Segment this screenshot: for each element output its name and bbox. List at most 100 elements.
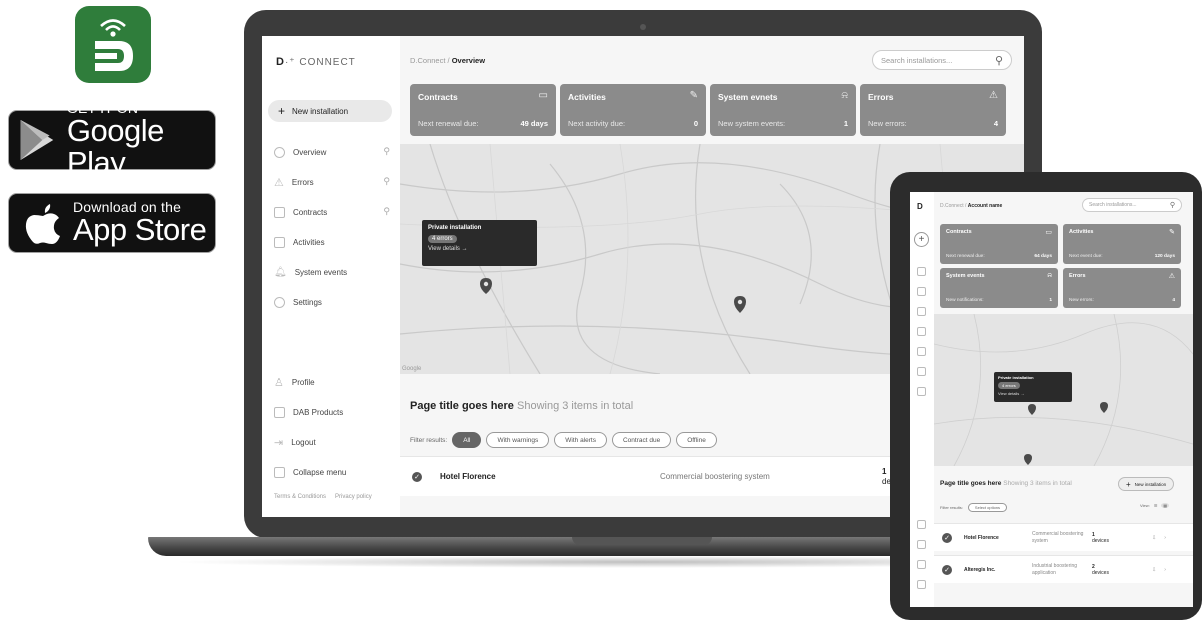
page-subtitle: Showing 3 items in total <box>1003 480 1072 487</box>
gear-icon <box>274 296 285 308</box>
document-icon: ▭ <box>538 90 548 101</box>
map-watermark: Google <box>402 366 422 372</box>
app-store-badge[interactable]: Download on the App Store <box>8 193 216 253</box>
card-label: Next renewal due: <box>418 119 479 128</box>
terms-link[interactable]: Terms & Conditions <box>274 494 326 500</box>
tablet-search-input[interactable]: Search installations... ⚲ <box>1082 198 1182 212</box>
activities-card[interactable]: Activities ✎ Next activity due: 0 <box>560 84 706 136</box>
tablet-add-button[interactable]: + <box>914 232 929 247</box>
bell-icon: ⍾ <box>1047 272 1052 279</box>
document-icon[interactable] <box>917 287 926 296</box>
laptop-camera <box>640 24 646 30</box>
logout-icon[interactable] <box>917 560 926 569</box>
user-icon[interactable] <box>917 520 926 529</box>
filter-contract-due[interactable]: Contract due <box>611 432 672 448</box>
gear-icon[interactable] <box>917 387 926 396</box>
warning-icon: ⚠ <box>989 90 998 101</box>
bell-icon: ⍾ <box>841 90 848 101</box>
search-input[interactable]: Search installations... ⚲ <box>872 50 1012 70</box>
tablet-sidebar: D + <box>910 192 934 607</box>
tablet-new-installation-button[interactable]: + New installation <box>1118 477 1175 491</box>
list-view-icon[interactable]: ☰ <box>1154 503 1158 508</box>
download-icon[interactable]: ⇩ <box>1152 567 1156 573</box>
collapse-icon[interactable] <box>917 580 926 589</box>
bell-icon[interactable] <box>917 347 926 356</box>
calendar-icon[interactable] <box>917 327 926 336</box>
filter-offline[interactable]: Offline <box>676 432 717 448</box>
nav-activities[interactable]: Activities <box>274 234 394 250</box>
grid-icon[interactable] <box>917 540 926 549</box>
activities-card[interactable]: Activities ✎ Next event due: 120 days <box>1063 224 1181 264</box>
tablet-screen: D + D.Connect / Account name Search inst… <box>910 192 1193 607</box>
popup-view-details-link[interactable]: View details → <box>428 246 531 252</box>
breadcrumb-current: Overview <box>451 56 486 65</box>
google-play-badge[interactable]: GET IT ON Google Play <box>8 101 216 179</box>
breadcrumb-root[interactable]: D.Connect / <box>410 56 450 65</box>
nav-overview[interactable]: Overview ⚲ <box>274 144 394 160</box>
table-row[interactable]: ✓ Hotel Florence Commercial boostering s… <box>934 523 1193 551</box>
card-title: Contracts <box>418 92 458 102</box>
nav-collapse-menu[interactable]: Collapse menu <box>274 464 394 480</box>
tablet-breadcrumb: D.Connect / Account name <box>940 203 1002 209</box>
card-label: New errors: <box>868 119 907 128</box>
warning-icon: ⚠ <box>1168 273 1175 280</box>
new-installation-button[interactable]: + New installation <box>268 100 392 122</box>
warning-icon[interactable] <box>917 367 926 376</box>
pin-icon[interactable]: ⚲ <box>383 206 390 217</box>
system-events-card[interactable]: System evnets ⍾ New system events: 1 <box>710 84 856 136</box>
filter-with-warnings[interactable]: With warnings <box>486 432 550 448</box>
view-label: View: <box>1140 503 1150 508</box>
laptop-notch <box>572 537 712 545</box>
card-label: Next event due: <box>1069 254 1103 259</box>
nav-logout[interactable]: ⇥ Logout <box>274 434 394 450</box>
nav-dab-products[interactable]: DAB Products <box>274 404 394 420</box>
contracts-card[interactable]: Contracts ▭ Next renewal due: 64 days <box>940 224 1058 264</box>
map-pin-icon[interactable] <box>480 278 492 296</box>
system-events-card[interactable]: System events ⍾ New notifications: 1 <box>940 268 1058 308</box>
breadcrumb-current: Account name <box>967 203 1003 209</box>
filter-with-alerts[interactable]: With alerts <box>554 432 607 448</box>
nav-system-events[interactable]: 🔔︎ System events <box>274 264 394 280</box>
app-icon[interactable] <box>75 6 151 83</box>
user-icon: ♙ <box>274 376 284 389</box>
map-popup: Private installation 4 errors View detai… <box>422 220 537 266</box>
nav-errors[interactable]: ⚠ Errors ⚲ <box>274 174 394 190</box>
document-icon[interactable] <box>917 307 926 316</box>
google-play-big-text: Google Play <box>66 113 164 180</box>
chevron-right-icon[interactable]: › <box>1164 567 1166 573</box>
breadcrumb: D.Connect / Overview <box>410 56 485 65</box>
contracts-card[interactable]: Contracts ▭ Next renewal due: 49 days <box>410 84 556 136</box>
google-play-icon <box>20 120 54 160</box>
nav-contracts[interactable]: Contracts ⚲ <box>274 204 394 220</box>
download-icon[interactable]: ⇩ <box>1152 535 1156 541</box>
errors-card[interactable]: Errors ⚠ New errors: 4 <box>860 84 1006 136</box>
nav-settings[interactable]: Settings <box>274 294 394 310</box>
calendar-icon <box>274 236 285 248</box>
row-type: Commercial boostering system <box>660 472 770 481</box>
errors-card[interactable]: Errors ⚠ New errors: 4 <box>1063 268 1181 308</box>
row-devices-label: devices <box>1092 569 1109 576</box>
nav-profile[interactable]: ♙ Profile <box>274 374 394 390</box>
map-popup: Private installation 4 errors View detai… <box>994 372 1072 402</box>
filter-all[interactable]: All <box>452 432 482 448</box>
tablet-map[interactable]: Private installation 4 errors View detai… <box>934 314 1193 466</box>
view-toggle: View: ☰ ▦ <box>1140 503 1170 508</box>
page-subtitle: Showing 3 items in total <box>517 400 634 412</box>
filter-select[interactable]: Select options <box>967 503 1008 512</box>
chevron-right-icon[interactable]: › <box>1164 535 1166 541</box>
overview-icon[interactable] <box>917 267 926 276</box>
breadcrumb-root[interactable]: D.Connect / <box>940 203 966 209</box>
pin-icon[interactable]: ⚲ <box>383 146 390 157</box>
overview-icon <box>274 146 285 158</box>
filter-label: Filter results: <box>940 505 963 510</box>
popup-view-details-link[interactable]: View details → <box>998 391 1068 396</box>
card-title: Errors <box>1069 273 1086 279</box>
card-label: Next activity due: <box>568 119 626 128</box>
table-row[interactable]: ✓ Alteregis Inc. Industrial boostering a… <box>934 555 1193 583</box>
card-value: 4 <box>993 119 998 128</box>
grid-view-icon[interactable]: ▦ <box>1161 503 1170 508</box>
row-name: Hotel Florence <box>440 472 496 481</box>
pin-icon[interactable]: ⚲ <box>383 176 390 187</box>
card-value: 1 <box>1049 298 1052 303</box>
privacy-link[interactable]: Privacy policy <box>335 494 372 500</box>
